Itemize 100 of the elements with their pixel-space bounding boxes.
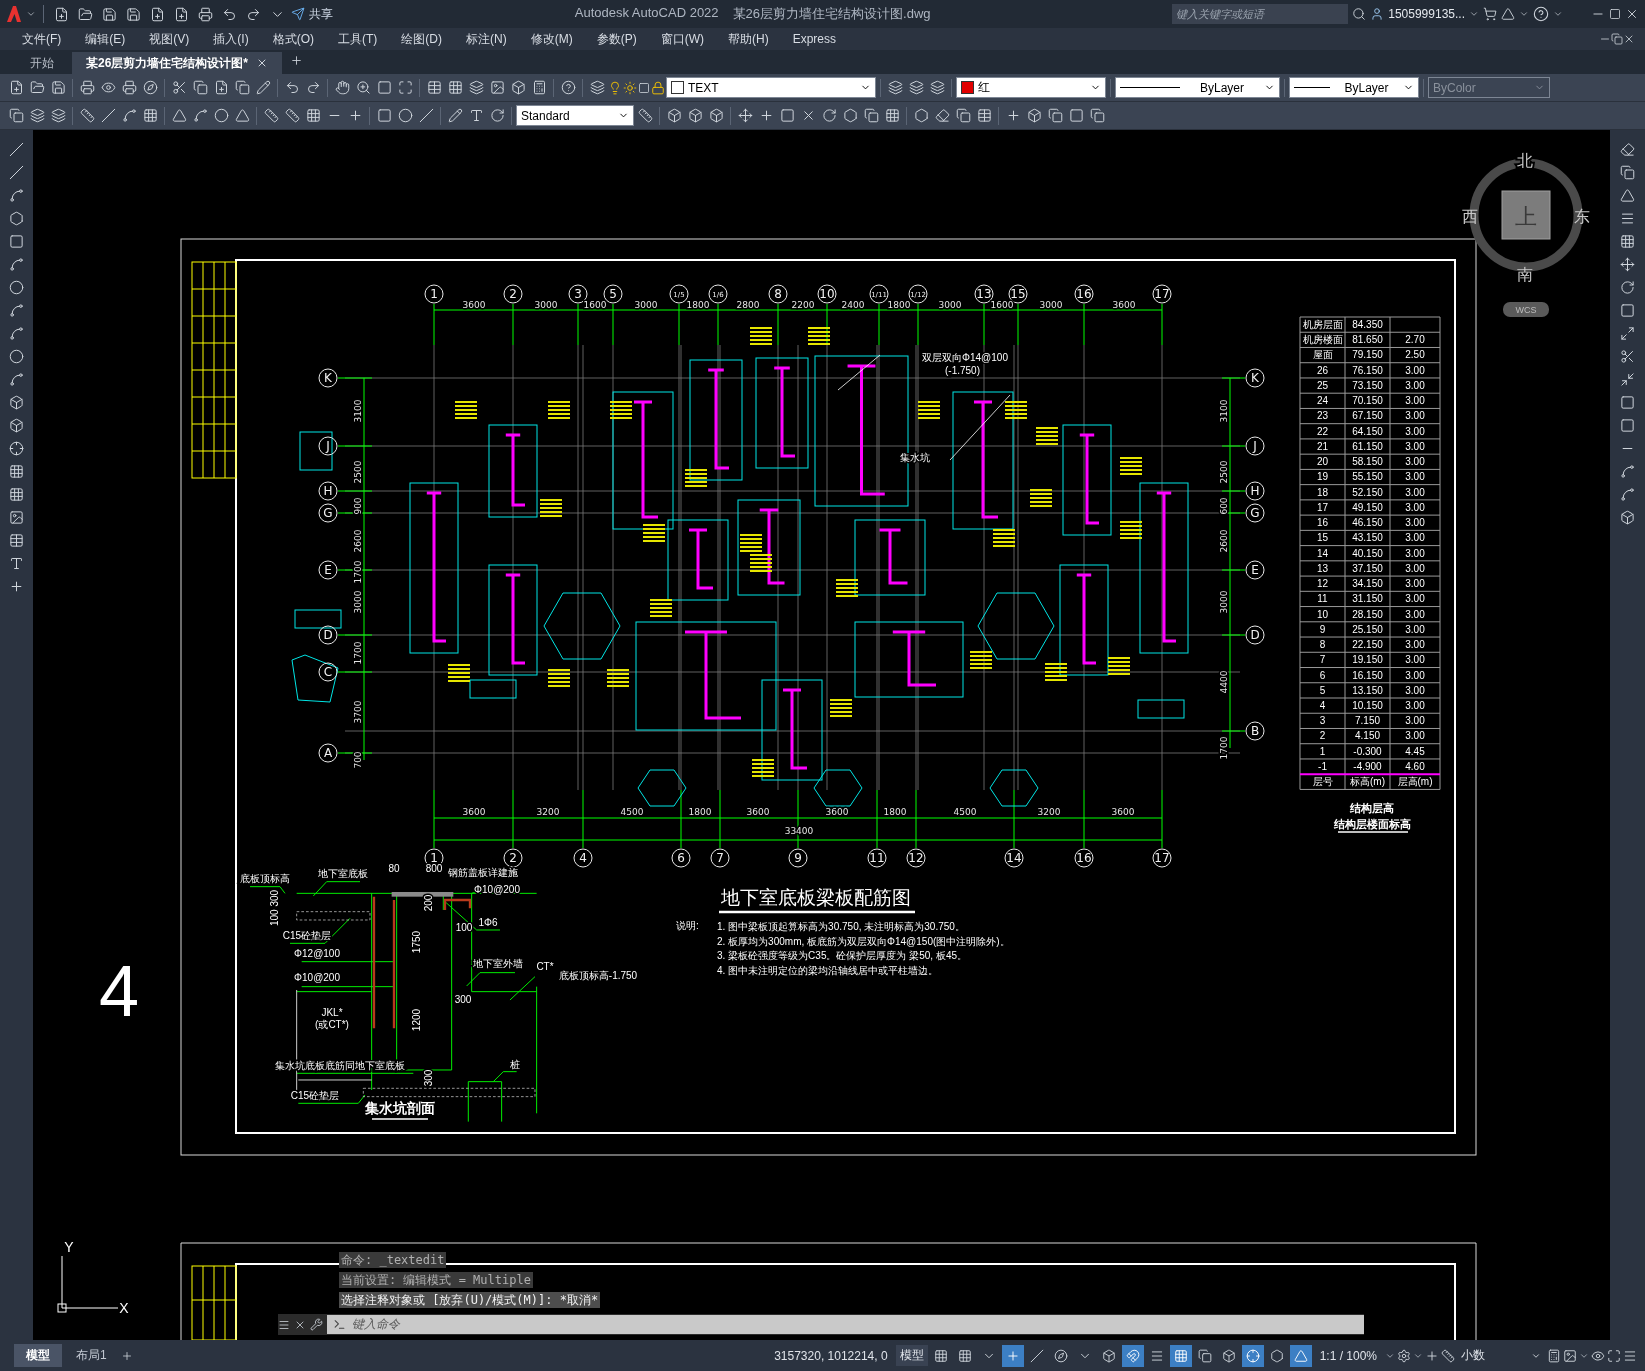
dimension-text: 1800	[883, 807, 907, 817]
table-cell: 15	[1316, 532, 1329, 544]
layout-tab[interactable]: 布局1	[64, 1344, 119, 1367]
note-text: 1. 图中梁板顶起算标高为30.750, 未注明标高为30.750。	[717, 921, 965, 932]
wcs-button[interactable]: WCS	[1503, 302, 1549, 317]
table-cell: 17	[1316, 501, 1329, 513]
section-label: 800	[425, 863, 443, 874]
menu-item[interactable]: 格式(O)	[260, 30, 326, 48]
linetype-dropdown[interactable]: ByLayer	[1115, 77, 1280, 98]
table-cell: 3.00	[1405, 440, 1425, 452]
table-cell: 22.150	[1352, 639, 1383, 651]
section-label: 100 300	[269, 889, 280, 927]
table-cell: 3.00	[1405, 410, 1425, 422]
model-space-button[interactable]: 模型	[895, 1345, 928, 1366]
table-cell: 20	[1316, 456, 1329, 468]
note-text: 4. 图中未注明定位的梁均沿轴线居中或平柱墙边。	[717, 964, 939, 976]
table-cell: 3.00	[1405, 669, 1425, 681]
menu-item[interactable]: 编辑(E)	[73, 30, 138, 48]
axis-bubble: 8	[768, 284, 788, 304]
annotation-scale[interactable]: 1:1 / 100%	[1313, 1348, 1383, 1363]
axis-bubble: 9	[788, 848, 808, 868]
dimension-text: 3000	[353, 590, 363, 614]
table-cell: 18	[1316, 486, 1329, 498]
table-cell: 5	[1319, 684, 1326, 696]
axis-bubble: K	[318, 368, 338, 388]
menu-item[interactable]: 插入(I)	[201, 30, 261, 48]
table-cell: 3.00	[1405, 471, 1425, 483]
layout-tab[interactable]: 模型	[14, 1344, 62, 1367]
dimension-text: 4500	[620, 807, 644, 817]
menu-item[interactable]: 参数(P)	[584, 30, 649, 48]
lineweight-dropdown[interactable]: ByLayer	[1289, 77, 1419, 98]
color-dropdown[interactable]: 红	[956, 77, 1106, 98]
table-cell: 21	[1316, 440, 1329, 452]
section-label: CT*	[536, 961, 554, 972]
section-label: Φ10@200	[294, 972, 340, 983]
compass-label[interactable]: 东	[1574, 208, 1590, 225]
file-name: 某26层剪力墙住宅结构设计图.dwg	[732, 5, 931, 23]
axis-bubble: J	[1245, 436, 1265, 456]
menu-item[interactable]: 视图(V)	[137, 30, 202, 48]
dimension-text: 2800	[736, 300, 760, 310]
dimension-text: 3600	[1112, 300, 1136, 310]
document-tab[interactable]: 开始	[16, 52, 68, 74]
search-field[interactable]: 键入关键字或短语	[1172, 4, 1349, 24]
axis-bubble: J	[318, 436, 338, 456]
table-cell: 16	[1316, 517, 1329, 529]
axis-bubble: 16	[1074, 284, 1094, 304]
section-label: 200	[423, 894, 434, 912]
table-cell: 3.00	[1405, 623, 1425, 635]
note-text: 3. 梁板砼强度等级为C35。砼保护层厚度为 梁50, 板45。	[717, 950, 968, 961]
axis-label: X	[119, 1300, 129, 1316]
axis-bubble: D	[318, 625, 338, 645]
dimension-text: 3200	[536, 807, 560, 817]
menu-item[interactable]: 修改(M)	[518, 30, 585, 48]
table-cell: 7	[1319, 654, 1326, 666]
axis-bubble: 2	[503, 848, 523, 868]
layer-dropdown[interactable]: TEXT	[666, 77, 876, 98]
sheet-number: 4	[99, 951, 139, 1031]
menu-item[interactable]: Express	[780, 32, 848, 46]
units-dropdown[interactable]: 小数	[1457, 1347, 1545, 1364]
menu-item[interactable]: 工具(T)	[326, 30, 390, 48]
table-cell: 37.150	[1352, 562, 1383, 574]
table-cell: 49.150	[1352, 501, 1383, 513]
table-cell: 22	[1316, 425, 1329, 437]
dimension-text: 1700	[353, 560, 363, 584]
axis-bubble: 2	[503, 284, 523, 304]
dimension-text: 1700	[1219, 736, 1229, 760]
axis-bubble: G	[1245, 503, 1265, 523]
share-button[interactable]: 共享	[309, 5, 333, 23]
table-cell: 3.00	[1405, 425, 1425, 437]
table-cell: 73.150	[1352, 379, 1383, 391]
table-cell: 4.150	[1355, 730, 1380, 742]
command-input[interactable]: 键入命令	[327, 1315, 1364, 1334]
axis-bubble: 16	[1074, 848, 1094, 868]
table-cell: 1	[1319, 745, 1326, 757]
menu-item[interactable]: 窗口(W)	[648, 30, 716, 48]
table-cell: 6	[1319, 669, 1326, 681]
table-cell: 23	[1316, 410, 1329, 422]
dimension-text: 1700	[353, 641, 363, 665]
menu-item[interactable]: 帮助(H)	[716, 30, 781, 48]
axis-bubble: B	[1245, 721, 1265, 741]
menu-item[interactable]: 文件(F)	[10, 30, 74, 48]
axis-bubble: 11	[867, 848, 887, 868]
section-label: 1Φ6	[478, 917, 498, 928]
menu-item[interactable]: 标注(N)	[454, 30, 519, 48]
menu-item[interactable]: 绘图(D)	[389, 30, 454, 48]
document-tab[interactable]: 某26层剪力墙住宅结构设计图*	[72, 52, 283, 74]
table-cell: -1	[1318, 760, 1327, 772]
user-name[interactable]: 1505999135...	[1388, 7, 1465, 21]
compass-label[interactable]: 西	[1462, 208, 1478, 225]
table-cell: 40.150	[1352, 547, 1383, 559]
axis-bubble: 7	[710, 848, 730, 868]
axis-bubble: K	[1245, 368, 1265, 388]
dimension-text: 2600	[1219, 529, 1229, 553]
table-cell: 3.00	[1405, 486, 1425, 498]
compass-label[interactable]: 南	[1517, 266, 1533, 283]
table-cell: 2.50	[1405, 349, 1425, 361]
dimension-text: 3600	[462, 807, 486, 817]
dimension-text: 3100	[1219, 399, 1229, 423]
table-cell: 79.150	[1352, 349, 1383, 361]
text-style-dropdown[interactable]: Standard	[516, 105, 634, 126]
